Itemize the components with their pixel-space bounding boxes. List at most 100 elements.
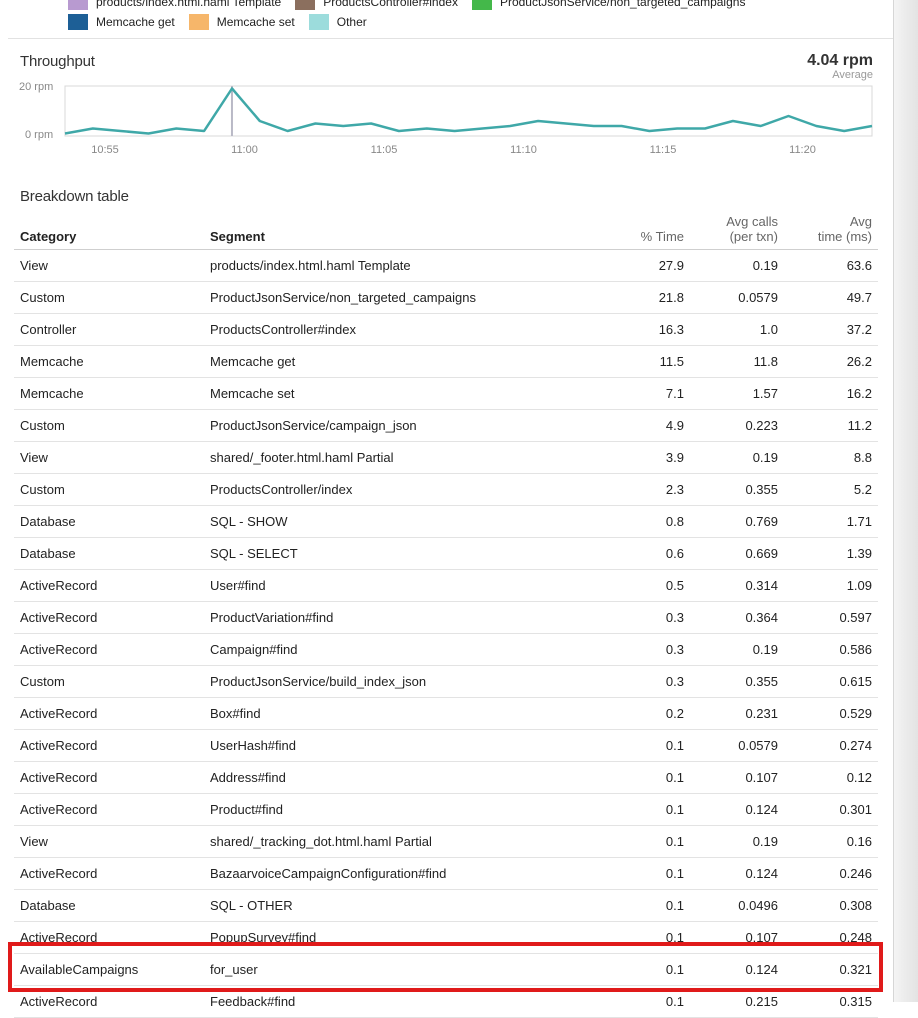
- cell-category: ActiveRecord: [14, 729, 204, 762]
- column-header-time-pct[interactable]: % Time: [608, 206, 690, 250]
- table-row[interactable]: ActiveRecord Box#find 0.2 0.231 0.529: [14, 697, 878, 730]
- cell-segment: Memcache get: [204, 345, 608, 378]
- cell-avg-time: 0.16: [784, 825, 878, 858]
- x-tick-label: 11:05: [371, 144, 398, 156]
- cell-avg-time: 0.615: [784, 665, 878, 698]
- cell-time-pct: 2.3: [608, 473, 690, 506]
- cell-category: ActiveRecord: [14, 793, 204, 826]
- cell-segment: shared/_footer.html.haml Partial: [204, 441, 608, 474]
- legend-label: ProductJsonService/non_targeted_campaign…: [499, 0, 746, 9]
- cell-time-pct: 0.1: [608, 729, 690, 762]
- cell-avg-time: 11.2: [784, 409, 878, 442]
- cell-category: View: [14, 249, 204, 282]
- cell-avg-calls: 0.355: [690, 665, 784, 698]
- cell-avg-calls: 0.107: [690, 921, 784, 954]
- table-row[interactable]: ActiveRecord UserHash#find 0.1 0.0579 0.274: [14, 729, 878, 762]
- legend-item[interactable]: Memcache get: [68, 14, 175, 30]
- table-row[interactable]: ActiveRecord PopupSurvey#find 0.1 0.107 0.24…: [14, 921, 878, 954]
- table-row[interactable]: ActiveRecord ProductVariation#find 0.3 0.36…: [14, 601, 878, 634]
- table-row[interactable]: Custom ProductJsonService/non_targeted_ca…: [14, 281, 878, 314]
- throughput-chart[interactable]: 20 rpm 0 rpm 10:55 11:00 11:05 11:10 11:15 11:2…: [15, 80, 877, 162]
- x-tick-label: 10:55: [91, 144, 119, 156]
- throughput-series-line[interactable]: [64, 87, 873, 135]
- cell-category: Controller: [14, 313, 204, 346]
- cell-time-pct: 0.6: [608, 537, 690, 570]
- cell-avg-calls: 0.19: [690, 633, 784, 666]
- column-header-category[interactable]: Category: [14, 206, 204, 250]
- cell-avg-time: 0.301: [784, 793, 878, 826]
- table-row[interactable]: ActiveRecord Address#find 0.1 0.107 0.12: [14, 761, 878, 794]
- table-row[interactable]: Memcache Memcache set 7.1 1.57 16.2: [14, 377, 878, 410]
- cell-time-pct: 7.1: [608, 377, 690, 410]
- x-tick-label: 11:00: [231, 144, 258, 156]
- cell-category: Custom: [14, 281, 204, 314]
- table-row[interactable]: View products/index.html.haml Template 27.…: [14, 249, 878, 282]
- cell-avg-calls: 0.314: [690, 569, 784, 602]
- legend-item[interactable]: ProductsController#index: [295, 0, 458, 10]
- table-row[interactable]: Controller ProductsController#index 16.3 1.…: [14, 313, 878, 346]
- table-row[interactable]: Custom ProductJsonService/campaign_json 4.…: [14, 409, 878, 442]
- table-row[interactable]: AvailableCampaigns for_user 0.1 0.124 0.321: [14, 953, 878, 986]
- cell-avg-calls: 0.19: [690, 825, 784, 858]
- legend-swatch: [188, 14, 209, 30]
- cell-category: View: [14, 441, 204, 474]
- cell-segment: Address#find: [204, 761, 608, 794]
- cell-segment: Box#find: [204, 697, 608, 730]
- cell-segment: SQL - SELECT: [204, 537, 608, 570]
- cell-category: ActiveRecord: [14, 601, 204, 634]
- cell-avg-time: 0.586: [784, 633, 878, 666]
- table-row[interactable]: View shared/_footer.html.haml Partial 3.9 0…: [14, 441, 878, 474]
- table-row[interactable]: Database SQL - SHOW 0.8 0.769 1.71: [14, 505, 878, 538]
- legend-item[interactable]: ProductJsonService/non_targeted_campaign…: [471, 0, 746, 10]
- cell-time-pct: 0.1: [608, 761, 690, 794]
- column-header-avg-time[interactable]: Avg time (ms): [784, 206, 878, 250]
- legend-label: Memcache get: [96, 15, 175, 29]
- legend-item[interactable]: Memcache set: [188, 14, 295, 30]
- cell-time-pct: 0.1: [608, 921, 690, 954]
- cell-avg-time: 5.2: [784, 473, 878, 506]
- table-row[interactable]: ActiveRecord Campaign#find 0.3 0.19 0.586: [14, 633, 878, 666]
- table-header-row: Category Segment % Time Avg calls (per tx…: [14, 206, 878, 250]
- cell-time-pct: 4.9: [608, 409, 690, 442]
- cell-avg-time: 0.308: [784, 889, 878, 922]
- cell-avg-calls: 0.107: [690, 761, 784, 794]
- column-header-segment[interactable]: Segment: [204, 206, 608, 250]
- legend-swatch: [68, 14, 88, 30]
- cell-time-pct: 0.1: [608, 793, 690, 826]
- legend-label: Memcache set: [216, 15, 295, 29]
- cell-avg-time: 1.39: [784, 537, 878, 570]
- table-row[interactable]: Database SQL - OTHER 0.1 0.0496 0.308: [14, 889, 878, 922]
- cell-category: Memcache: [14, 345, 204, 378]
- cell-segment: ProductJsonService/build_index_json: [204, 665, 608, 698]
- column-header-avg-calls[interactable]: Avg calls (per txn): [690, 206, 784, 250]
- cell-avg-calls: 0.19: [690, 441, 784, 474]
- legend-item[interactable]: products/index.html.haml Template: [68, 0, 281, 10]
- table-row[interactable]: ActiveRecord User#find 0.5 0.314 1.09: [14, 569, 878, 602]
- legend-item[interactable]: Other: [308, 14, 367, 30]
- table-row[interactable]: Database SQL - SELECT 0.6 0.669 1.39: [14, 537, 878, 570]
- scroll-edge: [893, 0, 918, 1002]
- table-row[interactable]: Custom ProductsController/index 2.3 0.355 5.…: [14, 473, 878, 506]
- table-row[interactable]: ActiveRecord BazaarvoiceCampaignConfigura…: [14, 857, 878, 890]
- cell-segment: Product#find: [204, 793, 608, 826]
- table-row[interactable]: ActiveRecord Product#find 0.1 0.124 0.301: [14, 793, 878, 826]
- cell-category: ActiveRecord: [14, 697, 204, 730]
- cell-category: Database: [14, 889, 204, 922]
- cell-time-pct: 0.1: [608, 825, 690, 858]
- cell-avg-time: 1.09: [784, 569, 878, 602]
- table-row[interactable]: Memcache Memcache get 11.5 11.8 26.2: [14, 345, 878, 378]
- cell-segment: SQL - SHOW: [204, 505, 608, 538]
- cell-avg-time: 0.529: [784, 697, 878, 730]
- cell-category: Memcache: [14, 377, 204, 410]
- cell-segment: Campaign#find: [204, 633, 608, 666]
- cell-avg-calls: 0.0579: [690, 281, 784, 314]
- throughput-title: Throughput: [20, 53, 95, 70]
- cell-avg-calls: 0.124: [690, 857, 784, 890]
- breakdown-table: Category Segment % Time Avg calls (per tx…: [14, 206, 878, 1018]
- cell-time-pct: 0.1: [608, 889, 690, 922]
- cell-time-pct: 27.9: [608, 249, 690, 282]
- table-row[interactable]: Custom ProductJsonService/build_index_jso…: [14, 665, 878, 698]
- cell-segment: shared/_tracking_dot.html.haml Partial: [204, 825, 608, 858]
- cell-avg-time: 1.71: [784, 505, 878, 538]
- table-row[interactable]: View shared/_tracking_dot.html.haml Parti…: [14, 825, 878, 858]
